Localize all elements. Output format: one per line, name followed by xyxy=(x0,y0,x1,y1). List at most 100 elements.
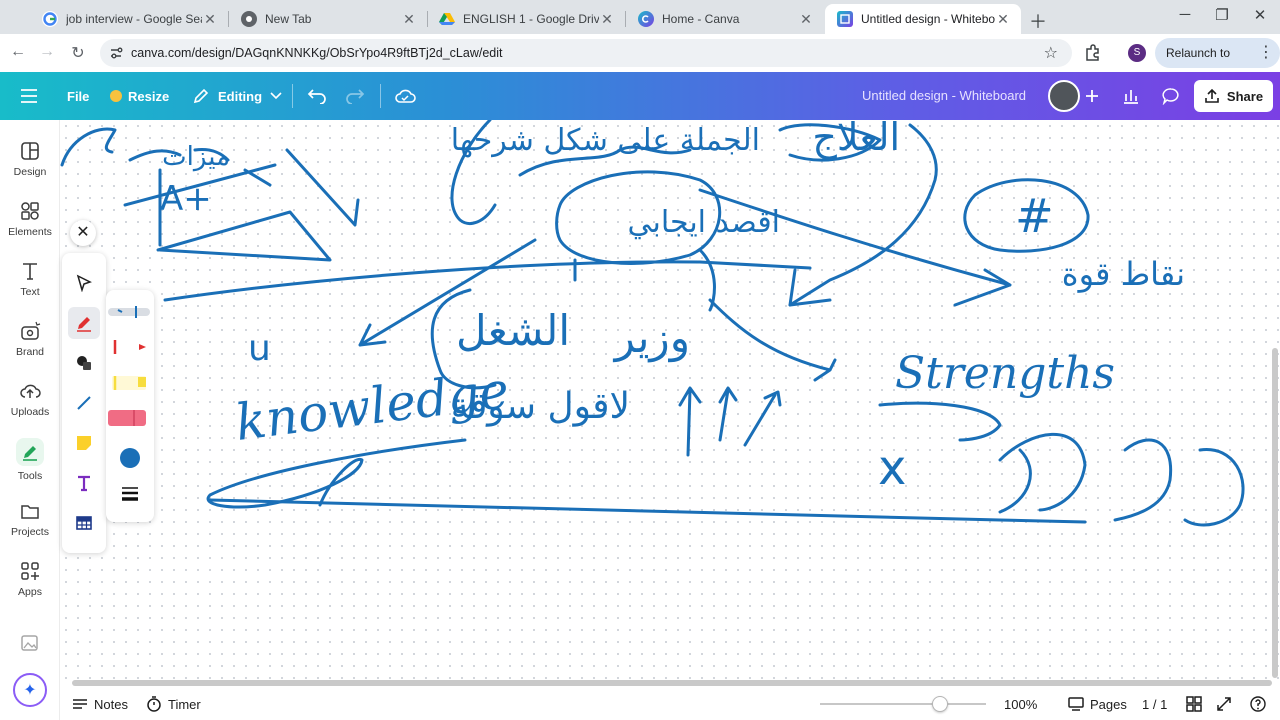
table-tool[interactable] xyxy=(68,507,100,539)
tab-untitled-design[interactable]: Untitled design - Whiteboard ✕ xyxy=(825,4,1021,34)
handwriting-arabic[interactable]: الشغل xyxy=(456,306,570,355)
document-title[interactable]: Untitled design - Whiteboard xyxy=(862,72,1026,120)
address-bar[interactable]: canva.com/design/DAGqnKNNKKg/ObSrYpo4R9f… xyxy=(100,39,1072,67)
zoom-level[interactable]: 100% xyxy=(1004,688,1037,720)
reload-button[interactable]: ↻ xyxy=(67,43,89,63)
resize-button[interactable]: Resize xyxy=(110,72,169,120)
sidebar-item-brand[interactable]: Brand xyxy=(0,320,60,358)
sticky-note-tool[interactable] xyxy=(68,427,100,459)
close-tab-icon[interactable]: ✕ xyxy=(202,11,218,28)
restore-button[interactable]: ❐ xyxy=(1207,6,1237,24)
grid-view-button[interactable] xyxy=(1186,688,1202,720)
editing-mode-button[interactable]: Editing xyxy=(192,72,282,120)
back-button[interactable]: ← xyxy=(7,43,29,61)
share-upload-icon xyxy=(1205,88,1219,103)
handwriting-arabic[interactable]: لاقول سوقة xyxy=(451,386,630,427)
canva-icon xyxy=(638,11,654,27)
color-swatch[interactable] xyxy=(120,448,140,468)
vertical-scrollbar[interactable] xyxy=(1272,348,1278,678)
chrome-menu-icon[interactable]: ⋮ xyxy=(1258,42,1274,62)
redo-button[interactable] xyxy=(345,72,365,120)
file-menu-button[interactable]: File xyxy=(67,72,89,120)
zoom-slider-knob[interactable] xyxy=(932,696,948,712)
handwriting-arabic[interactable]: العلاج xyxy=(812,120,900,160)
ink-stroke xyxy=(1113,438,1173,522)
handwriting-arabic[interactable]: ميزات xyxy=(162,142,230,172)
draw-tools-panel xyxy=(62,253,106,553)
sidebar-item-tools[interactable]: Tools xyxy=(0,438,60,482)
handwriting-arabic[interactable]: نقاط قوة xyxy=(1062,255,1185,293)
handwriting-arabic[interactable]: الجملة على شكل شرحها xyxy=(451,123,760,158)
shapes-tool[interactable] xyxy=(68,347,100,379)
horizontal-scrollbar[interactable] xyxy=(72,680,1272,686)
profile-avatar[interactable]: S xyxy=(1128,44,1146,62)
notes-button[interactable]: Notes xyxy=(72,688,128,720)
handwriting-strengths[interactable]: Strengths xyxy=(895,348,1115,399)
sidebar-item-elements[interactable]: Elements xyxy=(0,200,60,238)
pages-button[interactable]: Pages xyxy=(1068,688,1127,720)
pen-tool[interactable] xyxy=(68,307,100,339)
sidebar-item-projects[interactable]: Projects xyxy=(0,500,60,538)
timer-button[interactable]: Timer xyxy=(146,688,201,720)
pen-blue-option[interactable] xyxy=(108,306,150,318)
comments-button[interactable] xyxy=(1157,82,1185,110)
canva-header: File Resize Editing Untitled design - Wh… xyxy=(0,72,1280,120)
tab-job-interview[interactable]: job interview - Google Search ✕ xyxy=(30,4,228,34)
add-collaborator-button[interactable] xyxy=(1078,82,1106,110)
table-icon xyxy=(76,516,92,530)
line-tool[interactable] xyxy=(68,387,100,419)
close-tab-icon[interactable]: ✕ xyxy=(798,11,814,28)
close-tab-icon[interactable]: ✕ xyxy=(401,11,417,28)
close-draw-panel-button[interactable]: ✕ xyxy=(70,220,96,246)
tab-english-drive[interactable]: ENGLISH 1 - Google Drive ✕ xyxy=(427,4,625,34)
insights-button[interactable] xyxy=(1117,82,1145,110)
new-tab-button[interactable]: ＋ xyxy=(1029,8,1047,34)
close-window-button[interactable]: ✕ xyxy=(1245,6,1275,24)
close-tab-icon[interactable]: ✕ xyxy=(599,11,615,28)
close-tab-icon[interactable]: ✕ xyxy=(995,11,1011,28)
tab-title: job interview - Google Search xyxy=(66,12,202,26)
help-button[interactable] xyxy=(1250,688,1266,720)
eraser-option[interactable] xyxy=(108,410,146,426)
folder-icon xyxy=(21,505,39,519)
chrome-icon xyxy=(241,11,257,27)
forward-button[interactable]: → xyxy=(36,43,58,61)
bar-chart-icon xyxy=(1124,90,1138,104)
whiteboard-canvas[interactable]: A+ # x u knowledge Strengths ميزات الجمل… xyxy=(60,120,1280,688)
sidebar-item-apps[interactable]: Apps xyxy=(0,560,60,598)
marker-red-option[interactable] xyxy=(113,340,146,354)
handwriting-x[interactable]: x xyxy=(878,440,906,496)
site-info-icon[interactable] xyxy=(109,46,123,60)
fullscreen-button[interactable] xyxy=(1216,688,1232,720)
select-tool[interactable] xyxy=(68,267,100,299)
sidebar-item-text[interactable]: Text xyxy=(0,260,60,298)
main-menu-button[interactable] xyxy=(20,72,38,120)
pages-label: Pages xyxy=(1090,696,1127,712)
handwriting-u[interactable]: u xyxy=(248,328,271,369)
tab-new-tab[interactable]: New Tab ✕ xyxy=(229,4,427,34)
cloud-save-status[interactable] xyxy=(394,72,416,120)
freehand-drawing[interactable]: A+ # x u knowledge Strengths ميزات الجمل… xyxy=(60,120,1280,688)
ink-stroke xyxy=(60,127,117,167)
sidebar-item-uploads[interactable]: Uploads xyxy=(0,380,60,418)
magic-assistant-button[interactable]: ✦ xyxy=(13,673,47,707)
handwriting-arabic[interactable]: وزير xyxy=(613,313,690,362)
minimize-button[interactable]: ─ xyxy=(1170,6,1200,23)
user-avatar[interactable] xyxy=(1048,80,1080,112)
handwriting-hash[interactable]: # xyxy=(1015,189,1054,243)
sidebar-item-design[interactable]: Design xyxy=(0,140,60,178)
text-tool[interactable] xyxy=(68,467,100,499)
highlighter-yellow-option[interactable] xyxy=(112,376,146,390)
handwriting-arabic[interactable]: اقصد ايجابي xyxy=(627,205,780,240)
undo-button[interactable] xyxy=(307,72,327,120)
extensions-icon[interactable] xyxy=(1082,43,1102,63)
sidebar-item-label: Projects xyxy=(11,526,49,538)
zoom-slider[interactable] xyxy=(820,696,986,712)
stroke-weight-option[interactable] xyxy=(122,487,138,501)
bookmark-star-icon[interactable]: ☆ xyxy=(1044,43,1058,63)
tab-title: Untitled design - Whiteboard xyxy=(861,12,995,26)
tab-canva-home[interactable]: Home - Canva ✕ xyxy=(626,4,824,34)
share-button[interactable]: Share xyxy=(1194,80,1273,112)
handwriting-a-plus[interactable]: A+ xyxy=(160,179,212,219)
magic-media-item[interactable] xyxy=(0,632,60,658)
